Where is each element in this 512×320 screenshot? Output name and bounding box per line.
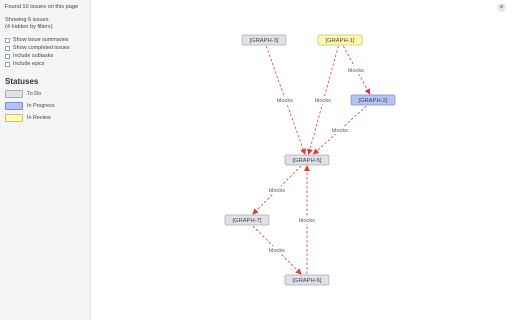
node-graph-6[interactable]: [GRAPH-6] — [284, 274, 330, 286]
node-label: [GRAPH-5] — [293, 158, 322, 164]
edge-label: blocks — [277, 98, 293, 104]
node-graph-3[interactable]: [GRAPH-3] — [241, 34, 287, 46]
node-label: [GRAPH-6] — [293, 278, 322, 284]
node-label: [GRAPH-1] — [326, 38, 355, 44]
node-graph-2[interactable]: [GRAPH-2] — [350, 94, 396, 106]
node-graph-1[interactable]: [GRAPH-1] — [317, 34, 363, 46]
edge-label: blocks — [348, 68, 364, 74]
edge-label: blocks — [299, 218, 315, 224]
node-graph-5[interactable]: [GRAPH-5] — [284, 154, 330, 166]
node-graph-7[interactable]: [GRAPH-7] — [224, 214, 270, 226]
edge-label: blocks — [269, 188, 285, 194]
edge-label: blocks — [269, 248, 285, 254]
node-label: [GRAPH-7] — [233, 218, 262, 224]
edge-label: blocks — [332, 128, 348, 134]
dependency-graph: blocks blocks blocks blocks blocks blocks bloc… — [224, 34, 396, 286]
edge-label: blocks — [315, 98, 331, 104]
node-label: [GRAPH-2] — [359, 98, 388, 104]
node-label: [GRAPH-3] — [250, 38, 279, 44]
